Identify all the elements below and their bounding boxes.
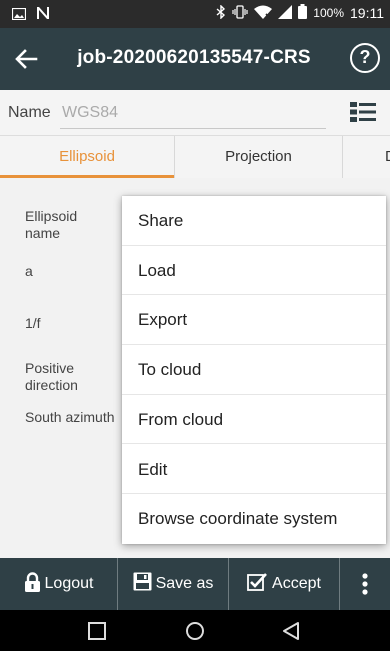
home-icon[interactable] bbox=[184, 620, 206, 642]
n-icon bbox=[36, 6, 50, 25]
name-row: Name WGS84 bbox=[0, 90, 390, 136]
bottom-action-bar: Logout Save as Accept bbox=[0, 558, 390, 610]
field-label-a: a bbox=[25, 263, 33, 279]
menu-item-load[interactable]: Load bbox=[122, 246, 386, 296]
tab-projection[interactable]: Projection bbox=[175, 136, 343, 178]
tab-third[interactable]: D bbox=[343, 136, 390, 178]
clock: 19:11 bbox=[350, 5, 384, 21]
accept-button[interactable]: Accept bbox=[229, 558, 340, 610]
checkbox-check-icon bbox=[247, 572, 268, 596]
field-label-inverse-flattening: 1/f bbox=[25, 315, 41, 331]
field-label-positive-direction: Positive direction bbox=[25, 360, 78, 393]
back-triangle-icon[interactable] bbox=[280, 620, 302, 642]
name-input[interactable]: WGS84 bbox=[62, 104, 118, 122]
overflow-menu: Share Load Export To cloud From cloud Ed… bbox=[122, 196, 386, 544]
system-nav-bar bbox=[0, 610, 390, 651]
status-bar: 100% 19:11 bbox=[0, 0, 390, 28]
field-label-ellipsoid-name: Ellipsoid name bbox=[25, 208, 78, 241]
recent-apps-icon[interactable] bbox=[86, 620, 108, 642]
tab-ellipsoid-label: Ellipsoid bbox=[59, 148, 115, 165]
bluetooth-icon bbox=[216, 3, 226, 22]
tab-third-label: D bbox=[385, 148, 390, 165]
list-icon[interactable] bbox=[350, 101, 376, 123]
menu-item-share[interactable]: Share bbox=[122, 196, 386, 246]
signal-icon bbox=[278, 4, 293, 22]
save-icon bbox=[133, 572, 152, 596]
vibrate-icon bbox=[232, 4, 248, 22]
more-vert-icon[interactable] bbox=[340, 558, 390, 610]
help-button[interactable]: ? bbox=[350, 43, 380, 73]
menu-item-edit[interactable]: Edit bbox=[122, 445, 386, 495]
logout-label: Logout bbox=[44, 575, 94, 592]
save-as-button[interactable]: Save as bbox=[118, 558, 229, 610]
page-title: job-20200620135547-CRS bbox=[77, 47, 311, 68]
battery-percent: 100% bbox=[313, 6, 344, 20]
image-icon bbox=[11, 7, 27, 25]
lock-icon bbox=[24, 571, 41, 597]
battery-icon bbox=[298, 4, 308, 22]
accept-label: Accept bbox=[272, 575, 321, 592]
menu-item-browse-coordinate-system[interactable]: Browse coordinate system bbox=[122, 494, 386, 544]
name-input-underline bbox=[60, 128, 326, 129]
menu-item-to-cloud[interactable]: To cloud bbox=[122, 345, 386, 395]
tab-bar: Ellipsoid Projection D bbox=[0, 136, 390, 178]
save-as-label: Save as bbox=[155, 575, 214, 592]
name-label: Name bbox=[8, 104, 51, 121]
app-bar: job-20200620135547-CRS ? bbox=[0, 28, 390, 90]
menu-item-export[interactable]: Export bbox=[122, 295, 386, 346]
wifi-icon bbox=[254, 5, 273, 22]
tab-projection-label: Projection bbox=[225, 148, 292, 165]
tab-ellipsoid[interactable]: Ellipsoid bbox=[0, 136, 175, 178]
arrow-left-icon[interactable] bbox=[12, 44, 42, 74]
field-label-south-azimuth: South azimuth bbox=[25, 409, 115, 425]
logout-button[interactable]: Logout bbox=[0, 558, 118, 610]
menu-item-from-cloud[interactable]: From cloud bbox=[122, 395, 386, 445]
